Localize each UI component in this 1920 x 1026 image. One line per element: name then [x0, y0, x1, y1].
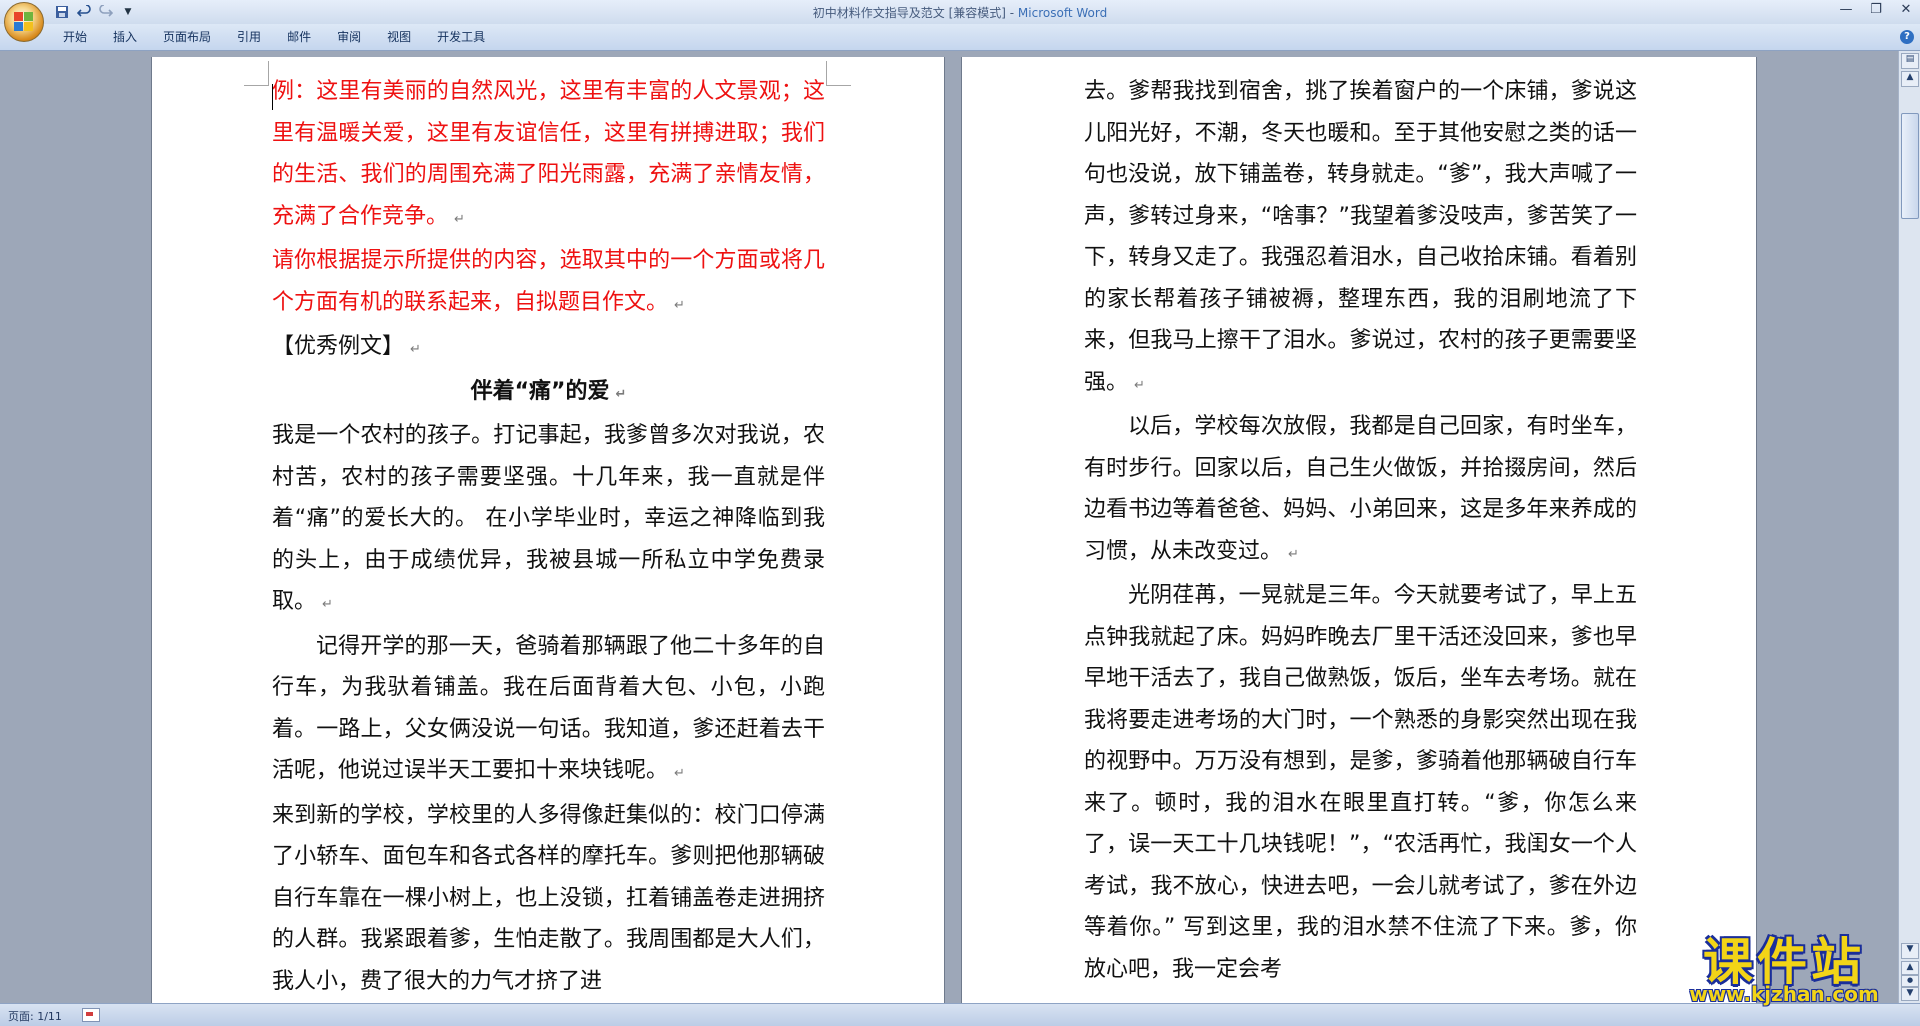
- paragraph-mark: ↵: [674, 297, 685, 313]
- paragraph: 光阴荏苒，一晃就是三年。今天就要考试了，早上五点钟我就起了床。妈妈昨晚去厂里干活…: [1084, 583, 1637, 982]
- help-icon[interactable]: ?: [1900, 30, 1914, 44]
- next-page-icon[interactable]: ▼: [1901, 987, 1919, 1001]
- paragraph-mark: ↵: [1288, 546, 1299, 562]
- tab-home[interactable]: 开始: [50, 29, 100, 45]
- paragraph-mark: ↵: [322, 597, 333, 612]
- essay-title: 伴着“痛”的爱 ↵: [470, 378, 627, 404]
- watermark-url: www.kjzhan.com: [1689, 982, 1879, 1006]
- document-page-right[interactable]: 去。爹帮我找到宿舍，挑了挨着窗户的一个床铺，爹说这儿阳光好，不潮，冬天也暖和。至…: [962, 57, 1756, 1003]
- office-logo-icon: [14, 12, 34, 32]
- paragraph-mark: ↵: [615, 386, 627, 402]
- crop-mark: [244, 61, 269, 86]
- tab-references[interactable]: 引用: [224, 29, 274, 45]
- text-cursor: [272, 84, 273, 110]
- crop-mark: [826, 61, 851, 86]
- vertical-scrollbar[interactable]: ▤ ▲ ▼ ▲ ● ▼: [1898, 51, 1920, 1003]
- paragraph-mark: ↵: [1134, 377, 1145, 393]
- tab-developer[interactable]: 开发工具: [424, 29, 498, 45]
- document-area: 例：这里有美丽的自然风光，这里有丰富的人文景观；这里有温暖关爱，这里有友谊信任，…: [0, 51, 1898, 1003]
- ruler-toggle-icon[interactable]: ▤: [1901, 53, 1919, 69]
- tab-page-layout[interactable]: 页面布局: [150, 29, 224, 45]
- close-icon[interactable]: ✕: [1898, 3, 1914, 17]
- paragraph-mark: ↵: [674, 766, 685, 781]
- paragraph: 以后，学校每次放假，我都是自己回家，有时坐车，有时步行。回家以后，自己生火做饭，…: [1084, 414, 1637, 564]
- paragraph: 记得开学的那一天，爸骑着那辆跟了他二十多年的自行车，为我驮着铺盖。我在后面背着大…: [272, 633, 825, 784]
- tab-mailings[interactable]: 邮件: [274, 29, 324, 45]
- page-text-right: 去。爹帮我找到宿舍，挑了挨着窗户的一个床铺，爹说这儿阳光好，不潮，冬天也暖和。至…: [1084, 71, 1637, 990]
- status-bar: 页面: 1/11: [0, 1003, 1920, 1026]
- title-bar: ▼ 初中材料作文指导及范文 [兼容模式] - Microsoft Word — …: [0, 0, 1920, 24]
- tab-insert[interactable]: 插入: [100, 29, 150, 45]
- document-page-left[interactable]: 例：这里有美丽的自然风光，这里有丰富的人文景观；这里有温暖关爱，这里有友谊信任，…: [152, 57, 944, 1003]
- app-name: Microsoft Word: [1017, 6, 1108, 20]
- window-title: 初中材料作文指导及范文 [兼容模式] - Microsoft Word: [0, 4, 1920, 21]
- paragraph-mark: ↵: [410, 342, 421, 357]
- scrollbar-thumb[interactable]: [1901, 113, 1919, 219]
- page-text-left: 例：这里有美丽的自然风光，这里有丰富的人文景观；这里有温暖关爱，这里有友谊信任，…: [272, 71, 825, 1002]
- office-button[interactable]: [4, 2, 44, 42]
- ribbon: 开始 插入 页面布局 引用 邮件 审阅 视图 开发工具 ?: [0, 24, 1920, 51]
- document-title: 初中材料作文指导及范文 [兼容模式] -: [812, 6, 1018, 20]
- maximize-icon[interactable]: ❐: [1868, 3, 1884, 17]
- ribbon-tabs: 开始 插入 页面布局 引用 邮件 审阅 视图 开发工具: [50, 29, 498, 45]
- page-count[interactable]: 页面: 1/11: [8, 1008, 62, 1024]
- watermark-logo: 课件站 www.kjzhan.com: [1666, 922, 1902, 1008]
- paragraph-mark: ↵: [454, 211, 465, 227]
- paragraph: 请你根据提示所提供的内容，选取其中的一个方面或将几个方面有机的联系起来，自拟题目…: [272, 248, 825, 315]
- tab-review[interactable]: 审阅: [324, 29, 374, 45]
- paragraph: 去。爹帮我找到宿舍，挑了挨着窗户的一个床铺，爹说这儿阳光好，不潮，冬天也暖和。至…: [1084, 79, 1637, 395]
- browse-object-icon[interactable]: ●: [1901, 975, 1919, 987]
- window-controls: — ❐ ✕: [1838, 3, 1914, 17]
- paragraph: 来到新的学校，学校里的人多得像赶集似的：校门口停满了小轿车、面包车和各式各样的摩…: [272, 802, 825, 994]
- minimize-icon[interactable]: —: [1838, 3, 1854, 17]
- paragraph: 【优秀例文】 ↵: [272, 334, 421, 359]
- scroll-up-icon[interactable]: ▲: [1901, 71, 1919, 87]
- paragraph: 我是一个农村的孩子。打记事起，我爹曾多次对我说，农村苦，农村的孩子需要坚强。十几…: [272, 423, 825, 614]
- proofing-icon[interactable]: [82, 1008, 100, 1022]
- paragraph: 例：这里有美丽的自然风光，这里有丰富的人文景观；这里有温暖关爱，这里有友谊信任，…: [272, 79, 825, 229]
- scroll-down-icon[interactable]: ▼: [1901, 943, 1919, 959]
- tab-view[interactable]: 视图: [374, 29, 424, 45]
- previous-page-icon[interactable]: ▲: [1901, 961, 1919, 975]
